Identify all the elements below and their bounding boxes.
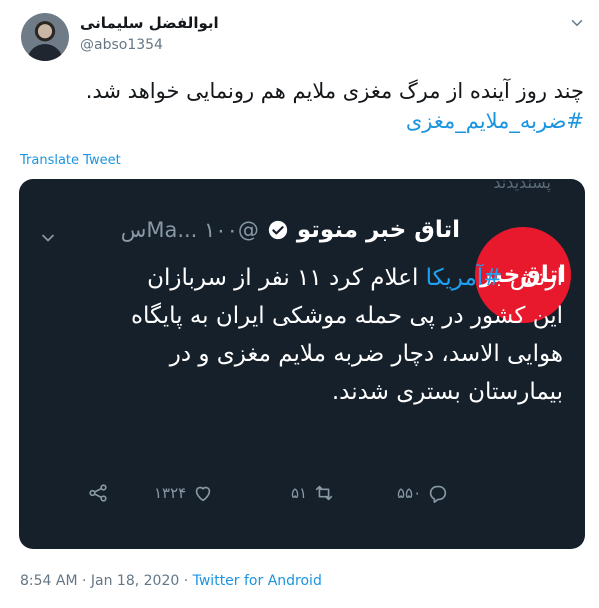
- liked-label: پسندیدند: [493, 179, 551, 192]
- inner-tweet-text: ارتش #آمریکا اعلام کرد ۱۱ نفر از سربازان…: [113, 259, 563, 411]
- tweet-meta: 8:54 AM · Jan 18, 2020 · Twitter for And…: [20, 573, 322, 589]
- chevron-down-icon: [42, 234, 54, 242]
- tweet-source-link[interactable]: Twitter for Android: [193, 573, 322, 589]
- avatar[interactable]: [21, 13, 69, 61]
- reply-count: ۵۵۰: [397, 484, 422, 502]
- retweet-icon: [315, 485, 333, 501]
- translate-tweet-link[interactable]: Translate Tweet: [20, 153, 121, 168]
- author-name[interactable]: ابوالفضل سلیمانی: [80, 14, 219, 32]
- inner-hashtag: #آمریکا: [425, 265, 503, 291]
- tweet-text: چند روز آینده از مرگ مغزی ملایم هم رونما…: [24, 76, 584, 136]
- chevron-down-icon[interactable]: [568, 14, 586, 32]
- inner-author-name: اتاق خبر منوتو: [296, 217, 460, 243]
- inner-action-bar: ۱۳۲۴ ۵۱ ۵۵۰: [19, 482, 585, 512]
- inner-text-before: ارتش: [502, 265, 563, 291]
- like-count: ۱۳۲۴: [154, 484, 187, 502]
- reply-icon: [430, 485, 447, 503]
- retweet-count: ۵۱: [291, 484, 308, 502]
- reply-action: ۵۵۰: [397, 482, 449, 504]
- tweet-timestamp[interactable]: 8:54 AM · Jan 18, 2020 ·: [20, 573, 193, 589]
- inner-tweet-header: اتاق خبر منوتو @Ma... ۱۰۰س: [121, 217, 460, 243]
- like-action: ۱۳۲۴: [154, 482, 214, 504]
- verified-badge-icon: [268, 220, 288, 240]
- tweet-hashtag[interactable]: #ضربه_ملایم_مغزی: [24, 106, 584, 136]
- inner-author-handle: @Ma... ۱۰۰س: [120, 218, 259, 242]
- share-action: [87, 482, 109, 504]
- embedded-screenshot-image[interactable]: پسندیدند اتاق‌خبر اتاق خبر منوتو @Ma... …: [19, 179, 585, 549]
- retweet-action: ۵۱: [291, 482, 335, 504]
- heart-icon: [195, 486, 211, 502]
- share-icon: [89, 484, 107, 502]
- tweet-text-line: چند روز آینده از مرگ مغزی ملایم هم رونما…: [85, 79, 584, 103]
- author-handle[interactable]: @abso1354: [80, 37, 163, 53]
